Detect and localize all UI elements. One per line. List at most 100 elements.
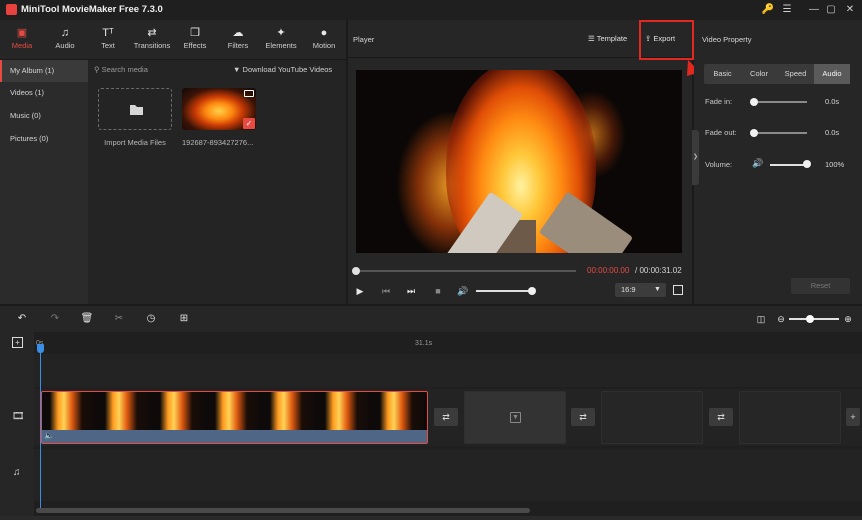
tab-label: Elements	[265, 41, 297, 50]
speaker-icon: 🔈	[44, 431, 54, 440]
album-item-pictures[interactable]: Pictures (0)	[0, 128, 88, 150]
time-current: 00:00:00.00	[587, 266, 630, 275]
maximize-icon[interactable]: ▢	[823, 2, 839, 18]
fade-in-slider[interactable]	[752, 101, 807, 103]
music-note-icon: ♫	[13, 467, 21, 478]
media-clip-name: 192687-893427276...	[182, 138, 254, 147]
tab-media[interactable]: ▣ Media	[2, 20, 42, 60]
transition-button[interactable]: +	[846, 408, 860, 426]
tab-label: Motion	[312, 41, 336, 50]
tab-label: Filters	[227, 41, 249, 50]
seek-handle[interactable]	[352, 267, 360, 275]
seek-bar[interactable]	[356, 270, 576, 272]
next-frame-icon[interactable]: ⏭	[405, 285, 417, 297]
album-list: My Album (1) Videos (1) Music (0) Pictur…	[0, 60, 88, 304]
previous-frame-icon[interactable]: ⏮	[380, 285, 392, 297]
undo-icon[interactable]: ↶	[15, 312, 29, 326]
tab-filters[interactable]: ☁ Filters	[218, 20, 258, 60]
timeline-scrollbar[interactable]	[36, 508, 530, 513]
app-title: MiniTool MovieMaker Free 7.3.0	[21, 4, 163, 15]
volume-icon[interactable]: 🔊	[457, 285, 469, 297]
track-header-column	[0, 332, 34, 520]
fullscreen-icon[interactable]	[673, 285, 683, 295]
fade-in-slider-handle[interactable]	[750, 98, 758, 106]
add-track-icon[interactable]: +	[12, 337, 23, 348]
playhead-line[interactable]	[40, 352, 41, 512]
film-strip-icon: 🎞	[12, 411, 25, 422]
tab-color[interactable]: Color	[741, 64, 777, 84]
filters-icon: ☁	[232, 27, 244, 39]
time-total: / 00:00:31.02	[635, 266, 682, 275]
tab-motion[interactable]: ● Motion	[304, 20, 344, 60]
tab-label: Media	[11, 41, 33, 50]
transition-button[interactable]: ⇄	[434, 408, 458, 426]
tab-label: Transitions	[133, 41, 171, 50]
collapse-panel-handle[interactable]: ❯	[692, 130, 699, 185]
video-preview[interactable]	[356, 70, 682, 253]
crop-icon[interactable]: ⊞	[177, 312, 191, 326]
video-camera-icon	[244, 90, 254, 97]
transition-button[interactable]: ⇄	[571, 408, 595, 426]
tab-speed[interactable]: Speed	[777, 64, 814, 84]
volume-property-slider-handle[interactable]	[803, 160, 811, 168]
album-item-my-album[interactable]: My Album (1)	[0, 60, 88, 82]
template-button[interactable]: ☰ Template	[588, 34, 627, 43]
speed-icon[interactable]: ◷	[144, 312, 158, 326]
menu-icon[interactable]: ☰	[779, 2, 795, 18]
delete-icon[interactable]: 🗑	[80, 312, 94, 326]
zoom-in-icon[interactable]: ⊕	[841, 312, 855, 326]
empty-clip-slot[interactable]	[739, 391, 841, 444]
media-tabs: ▣ Media ♫ Audio Tᵀ Text ⇄ Transitions ❒ …	[0, 20, 346, 60]
text-icon: Tᵀ	[102, 27, 114, 39]
tab-basic[interactable]: Basic	[704, 64, 741, 84]
empty-clip-slot[interactable]: ▼	[464, 391, 566, 444]
volume-value: 100%	[825, 160, 845, 169]
volume-slider[interactable]	[476, 290, 532, 292]
video-property-title: Video Property	[702, 35, 752, 44]
zoom-out-icon[interactable]: ⊖	[774, 312, 788, 326]
search-icon: ⚲	[94, 65, 100, 74]
volume-property-slider[interactable]	[770, 164, 807, 166]
search-input[interactable]: ⚲ Search media	[94, 63, 214, 77]
folder-icon: ▣	[16, 27, 28, 39]
album-item-videos[interactable]: Videos (1)	[0, 82, 88, 104]
tab-elements[interactable]: ✦ Elements	[260, 20, 302, 60]
reset-button[interactable]: Reset	[791, 278, 850, 294]
split-icon[interactable]: ✂	[112, 312, 126, 326]
taskbar-strip	[0, 516, 862, 520]
fade-out-slider-handle[interactable]	[750, 129, 758, 137]
import-media-button[interactable]	[98, 88, 172, 130]
audio-track[interactable]	[34, 449, 862, 501]
download-youtube-button[interactable]: ▼ Download YouTube Videos	[233, 63, 343, 77]
zoom-slider-handle[interactable]	[806, 315, 814, 323]
zoom-fit-icon[interactable]: ◫	[754, 312, 768, 326]
elements-icon: ✦	[276, 27, 286, 39]
redo-icon[interactable]: ↷	[48, 312, 62, 326]
layers-icon: ☰	[588, 34, 595, 43]
template-label: Template	[596, 34, 628, 43]
fade-out-value: 0.0s	[825, 128, 840, 137]
close-icon[interactable]: ✕	[842, 2, 858, 18]
stop-icon[interactable]: ■	[432, 285, 444, 297]
tab-text[interactable]: Tᵀ Text	[88, 20, 128, 60]
tab-label: Effects	[183, 41, 207, 50]
play-icon[interactable]: ▶	[354, 285, 366, 297]
tab-effects[interactable]: ❒ Effects	[176, 20, 214, 60]
album-item-music[interactable]: Music (0)	[0, 105, 88, 127]
empty-clip-slot[interactable]	[601, 391, 703, 444]
import-media-label: Import Media Files	[104, 138, 166, 147]
player-title: Player	[353, 35, 375, 44]
chevron-down-icon: ▼	[654, 286, 661, 293]
minimize-icon[interactable]: —	[806, 2, 822, 18]
key-icon[interactable]: 🔑	[760, 2, 776, 18]
tab-transitions[interactable]: ⇄ Transitions	[130, 20, 174, 60]
volume-slider-handle[interactable]	[528, 287, 536, 295]
overlay-track[interactable]	[34, 354, 862, 387]
tab-audio[interactable]: ♫ Audio	[45, 20, 85, 60]
fade-out-slider[interactable]	[752, 132, 807, 134]
tab-audio-property[interactable]: Audio	[814, 64, 850, 84]
timeline-toolbar	[0, 306, 862, 332]
transition-button[interactable]: ⇄	[709, 408, 733, 426]
zoom-slider[interactable]	[789, 318, 839, 320]
time-ruler[interactable]	[34, 332, 862, 354]
